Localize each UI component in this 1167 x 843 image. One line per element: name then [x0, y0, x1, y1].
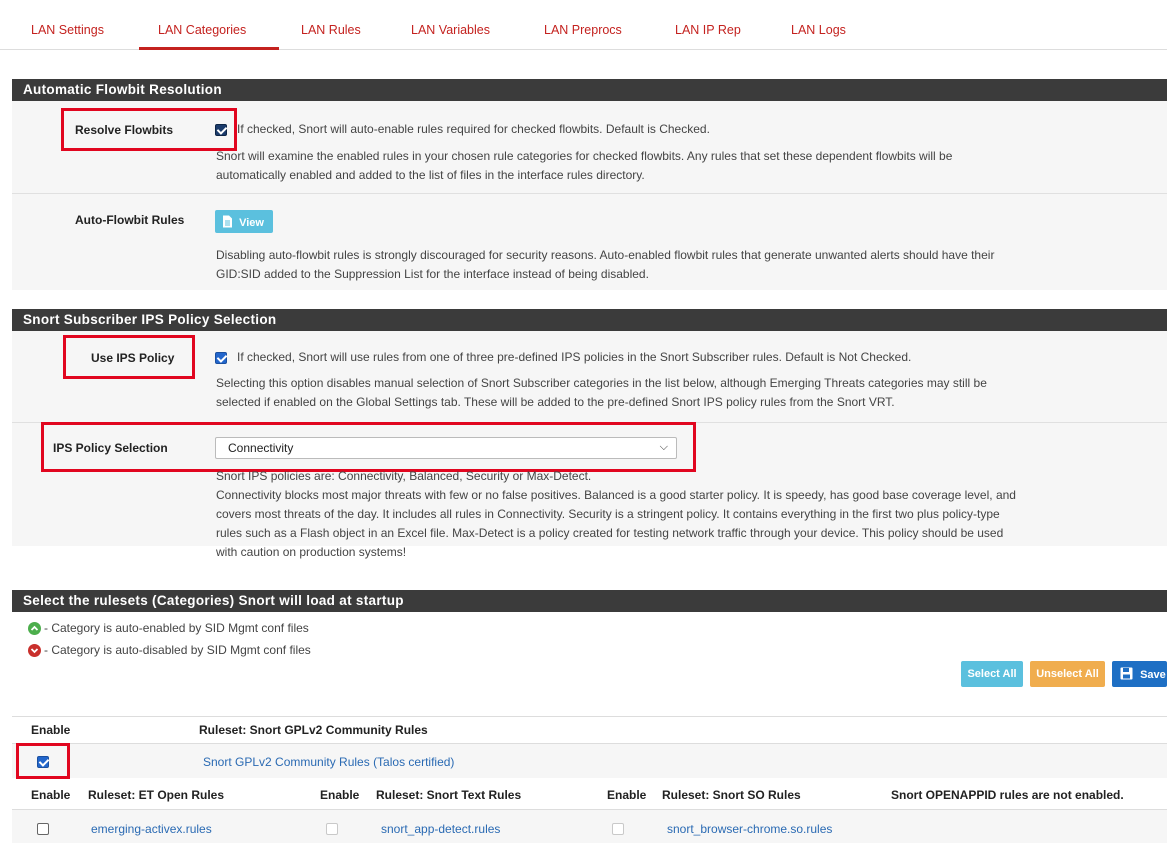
file-icon: [223, 215, 232, 228]
resolve-flowbits-help-2: Snort will examine the enabled rules in …: [216, 149, 953, 163]
text-enable-header: Enable: [320, 788, 360, 802]
auto-flowbit-help-1: Disabling auto-flowbit rules is strongly…: [216, 248, 995, 262]
flowbit-section-header: Automatic Flowbit Resolution: [12, 79, 1167, 101]
ips-section-header: Snort Subscriber IPS Policy Selection: [12, 309, 1167, 331]
ips-policy-help-2: Connectivity blocks most major threats w…: [216, 488, 1016, 502]
openappid-header: Snort OPENAPPID rules are not enabled.: [891, 788, 1124, 802]
tab-lan-preprocs[interactable]: LAN Preprocs: [544, 23, 622, 37]
use-ips-policy-help-3: selected if enabled on the Global Settin…: [216, 395, 895, 409]
save-button[interactable]: Save: [1112, 661, 1167, 687]
view-button[interactable]: View: [215, 210, 273, 233]
active-tab-indicator: [139, 47, 279, 50]
tab-lan-ip-rep[interactable]: LAN IP Rep: [675, 23, 741, 37]
highlight-box: [61, 108, 237, 151]
resolve-flowbits-help-3: automatically enabled and added to the l…: [216, 168, 645, 182]
auto-flowbit-label: Auto-Flowbit Rules: [75, 213, 185, 227]
community-rule-link[interactable]: Snort GPLv2 Community Rules (Talos certi…: [203, 755, 454, 769]
resolve-flowbits-help-1: If checked, Snort will auto-enable rules…: [237, 122, 710, 136]
community-ruleset-header: Ruleset: Snort GPLv2 Community Rules: [199, 723, 428, 737]
auto-disabled-icon: [28, 644, 41, 657]
unselect-all-button[interactable]: Unselect All: [1030, 661, 1105, 687]
save-button-label: Save: [1140, 669, 1166, 681]
tab-lan-categories[interactable]: LAN Categories: [158, 23, 246, 37]
text-ruleset-header: Ruleset: Snort Text Rules: [376, 788, 522, 802]
use-ips-policy-checkbox[interactable]: [215, 352, 227, 364]
chevron-down-icon: ⌵: [659, 441, 668, 453]
tab-lan-logs[interactable]: LAN Logs: [791, 23, 846, 37]
use-ips-policy-help-1: If checked, Snort will use rules from on…: [237, 350, 912, 364]
so-rule-link[interactable]: snort_browser-chrome.so.rules: [667, 822, 832, 836]
et-ruleset-header: Ruleset: ET Open Rules: [88, 788, 225, 802]
tab-lan-settings[interactable]: LAN Settings: [31, 23, 104, 37]
divider: [12, 716, 1167, 717]
tab-lan-rules[interactable]: LAN Rules: [301, 23, 361, 37]
ips-policy-select[interactable]: Connectivity ⌵: [215, 437, 677, 459]
auto-enabled-icon: [28, 622, 41, 635]
tab-lan-variables[interactable]: LAN Variables: [411, 23, 490, 37]
legend-auto-enabled: - Category is auto-enabled by SID Mgmt c…: [44, 621, 309, 635]
highlight-box: [63, 335, 195, 379]
enable-column-header: Enable: [31, 723, 71, 737]
auto-flowbit-help-2: GID:SID added to the Suppression List fo…: [216, 267, 649, 281]
et-rule-checkbox[interactable]: [37, 823, 49, 835]
ips-policy-selected-value: Connectivity: [228, 441, 294, 455]
so-ruleset-header: Ruleset: Snort SO Rules: [662, 788, 801, 802]
legend-auto-disabled: - Category is auto-disabled by SID Mgmt …: [44, 643, 311, 657]
ips-policy-help-4: rules such as a Flash object in an Excel…: [216, 526, 1004, 540]
select-all-button[interactable]: Select All: [961, 661, 1023, 687]
rulesets-section-header: Select the rulesets (Categories) Snort w…: [12, 590, 1167, 612]
so-enable-header: Enable: [607, 788, 647, 802]
so-rule-checkbox[interactable]: [612, 823, 624, 835]
resolve-flowbits-checkbox[interactable]: [215, 124, 227, 136]
save-icon: [1120, 667, 1133, 680]
text-rule-checkbox[interactable]: [326, 823, 338, 835]
tab-bar: LAN Settings LAN Categories LAN Rules LA…: [0, 0, 1167, 50]
text-rule-link[interactable]: snort_app-detect.rules: [381, 822, 500, 836]
ips-policy-help-5: with caution on production systems!: [216, 545, 407, 559]
community-rule-checkbox[interactable]: [37, 756, 49, 768]
ips-policy-help-3: covers most threats of the day. It inclu…: [216, 507, 1000, 521]
et-enable-header: Enable: [31, 788, 71, 802]
community-rule-row: [12, 744, 1167, 778]
et-rule-link[interactable]: emerging-activex.rules: [91, 822, 212, 836]
use-ips-policy-help-2: Selecting this option disables manual se…: [216, 376, 987, 390]
view-button-label: View: [239, 217, 264, 229]
ips-policy-help-1: Snort IPS policies are: Connectivity, Ba…: [216, 469, 592, 483]
